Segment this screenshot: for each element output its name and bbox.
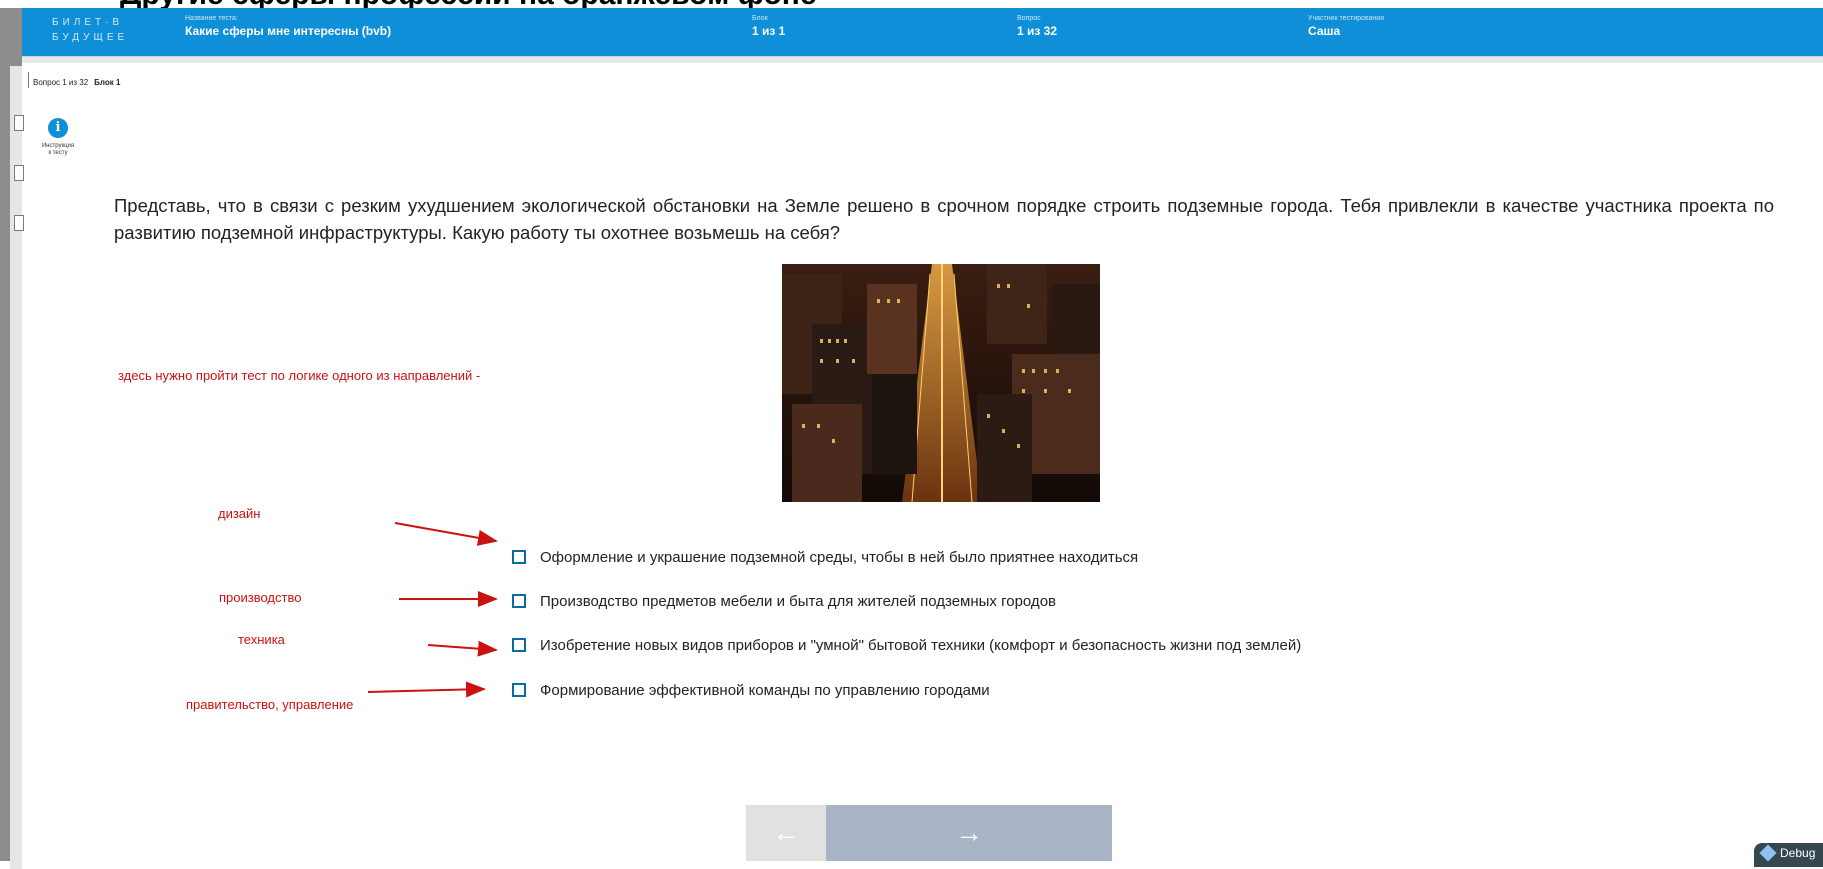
answer-option-4[interactable]: Формирование эффективной команды по упра… (512, 679, 990, 701)
logo: БИЛЕТ·В БУДУЩЕЕ (52, 17, 129, 43)
participant-info: Участник тестирования Саша (1308, 15, 1384, 38)
left-window-frame (0, 8, 22, 869)
test-name-block: Название теста: Какие сферы мне интересн… (185, 15, 392, 38)
checkbox[interactable] (512, 594, 526, 608)
breadcrumb: Вопрос 1 из 32 Блок 1 (33, 78, 120, 87)
answer-option-1[interactable]: Оформление и украшение подземной среды, … (512, 546, 1138, 568)
block-info: Блок 1 из 1 (752, 15, 786, 38)
top-title-band: Другие сферы профессий на оранжевом фоне (0, 0, 1823, 8)
arrow-design (394, 522, 498, 546)
city-image (782, 264, 1100, 502)
arrow-technology (427, 640, 498, 657)
question-progress: Вопрос 1 из 32 (33, 78, 89, 87)
answer-option-3[interactable]: Изобретение новых видов приборов и "умно… (512, 634, 1301, 656)
breadcrumb-block: Блок 1 (94, 78, 121, 87)
annotation-main-note: здесь нужно пройти тест по логике одного… (118, 368, 481, 383)
annotation-technology: техника (238, 632, 285, 647)
arrow-right-icon: → (955, 817, 983, 848)
annotation-design: дизайн (218, 506, 261, 521)
next-button[interactable]: → (826, 805, 1112, 861)
answer-option-2[interactable]: Производство предметов мебели и быта для… (512, 590, 1056, 612)
annotation-production: производство (219, 590, 302, 605)
debug-tab[interactable]: Debug (1754, 843, 1823, 867)
test-name: Какие сферы мне интересны (bvb) (185, 24, 392, 38)
arrow-government (367, 681, 486, 698)
instruction-button[interactable]: i Инструкция к тесту (30, 118, 86, 157)
annotation-government: правительство, управление (186, 697, 354, 712)
previous-button[interactable]: ← (746, 805, 826, 861)
checkbox[interactable] (512, 683, 526, 697)
question-text: Представь, что в связи с резким ухудшени… (114, 195, 1774, 243)
frame-tab-1[interactable] (14, 115, 24, 131)
test-header: БИЛЕТ·В БУДУЩЕЕ Название теста: Какие сф… (22, 8, 1823, 56)
frame-tab-3[interactable] (14, 215, 24, 231)
checkbox[interactable] (512, 638, 526, 652)
instruction-label: Инструкция к тесту (41, 143, 75, 156)
question-illustration (782, 264, 1100, 502)
checkbox[interactable] (512, 550, 526, 564)
frame-tab-2[interactable] (14, 165, 24, 181)
debug-icon (1759, 844, 1777, 862)
header-divider (22, 56, 1823, 63)
participant-name: Саша (1308, 24, 1341, 38)
arrow-left-icon: ← (772, 817, 800, 848)
question-info: Вопрос 1 из 32 (1017, 15, 1058, 38)
top-title-text: Другие сферы профессий на оранжевом фоне (120, 0, 817, 8)
info-icon[interactable]: i (48, 118, 68, 138)
